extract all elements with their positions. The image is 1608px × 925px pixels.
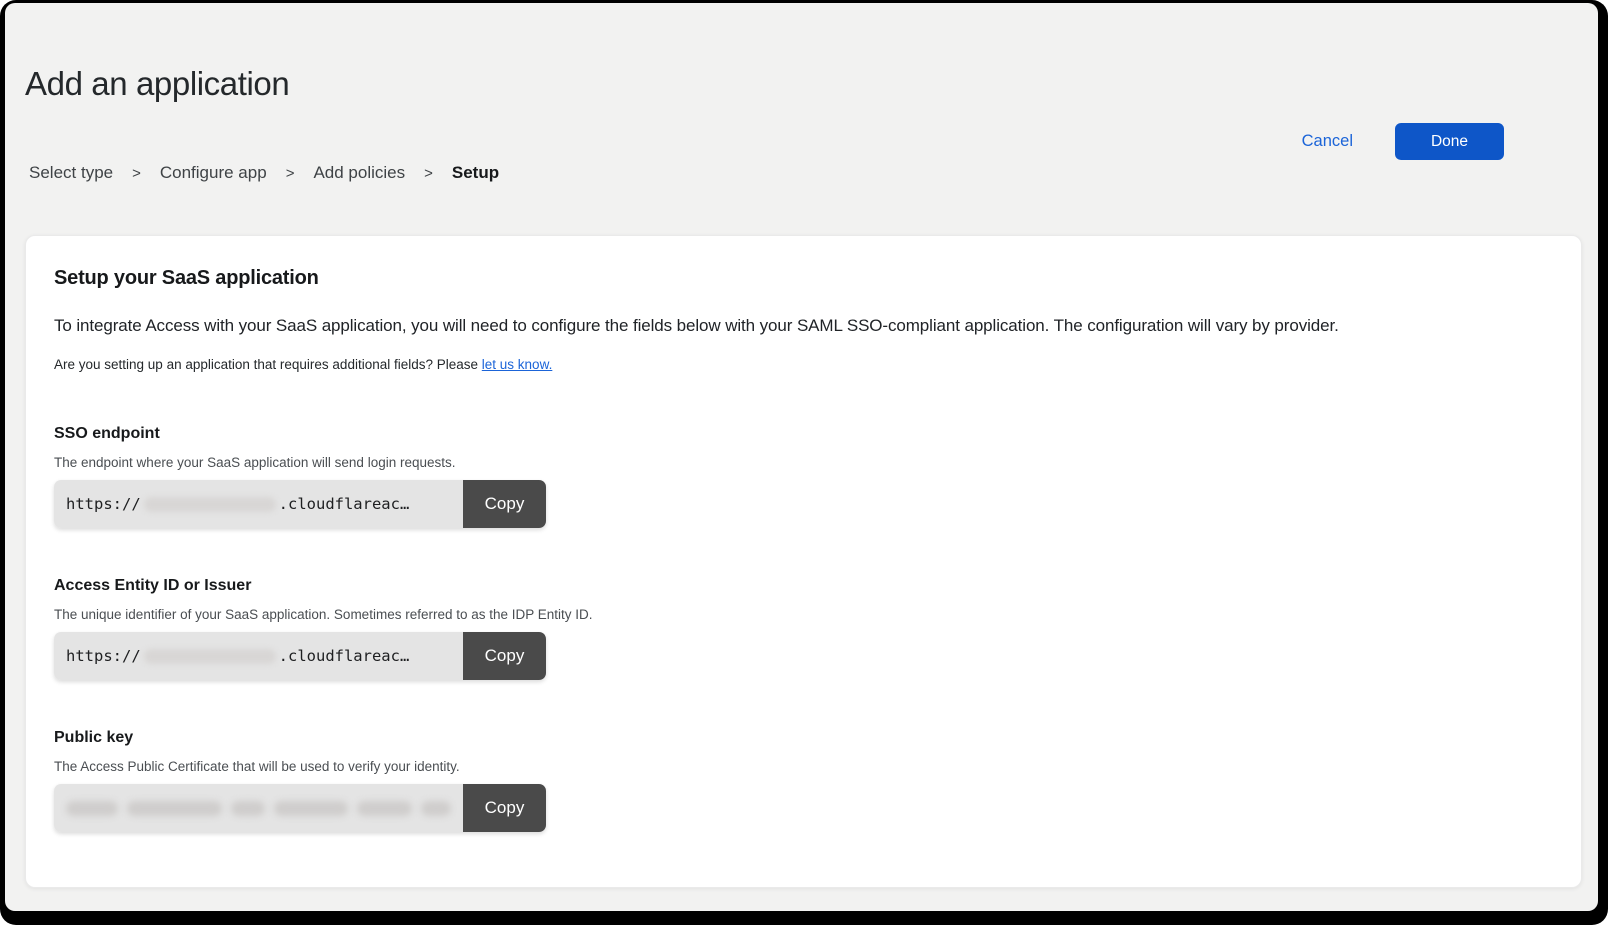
value-prefix: https:// bbox=[66, 495, 141, 513]
breadcrumb: Select type > Configure app > Add polici… bbox=[29, 163, 1582, 183]
field-label: Public key bbox=[54, 729, 1553, 747]
sso-endpoint-value: https:// .cloudflareac… bbox=[54, 480, 463, 528]
field-public-key: Public key The Access Public Certificate… bbox=[54, 729, 1553, 832]
redacted-segment bbox=[127, 801, 222, 816]
field-description: The unique identifier of your SaaS appli… bbox=[54, 607, 1553, 622]
cancel-button[interactable]: Cancel bbox=[1302, 132, 1353, 151]
value-suffix: .cloudflareac… bbox=[279, 647, 410, 665]
field-description: The Access Public Certificate that will … bbox=[54, 759, 1553, 774]
redacted-segment bbox=[357, 801, 413, 816]
access-entity-id-value: https:// .cloudflareac… bbox=[54, 632, 463, 680]
value-prefix: https:// bbox=[66, 647, 141, 665]
breadcrumb-separator: > bbox=[132, 165, 141, 182]
field-label: Access Entity ID or Issuer bbox=[54, 577, 1553, 595]
page-header: Add an application Cancel Done bbox=[21, 65, 1582, 103]
done-button[interactable]: Done bbox=[1395, 123, 1504, 160]
sso-endpoint-value-row: https:// .cloudflareac… Copy bbox=[54, 480, 546, 528]
page-title: Add an application bbox=[25, 65, 1582, 103]
public-key-value-row: Copy bbox=[54, 784, 546, 832]
copy-public-key-button[interactable]: Copy bbox=[463, 784, 546, 832]
card-intro: To integrate Access with your SaaS appli… bbox=[54, 316, 1553, 336]
redacted-segment bbox=[274, 801, 348, 816]
breadcrumb-step-configure-app[interactable]: Configure app bbox=[160, 163, 267, 183]
breadcrumb-step-select-type[interactable]: Select type bbox=[29, 163, 113, 183]
redacted-segment bbox=[421, 801, 451, 816]
field-label: SSO endpoint bbox=[54, 425, 1553, 443]
setup-card: Setup your SaaS application To integrate… bbox=[25, 235, 1582, 888]
public-key-value bbox=[54, 784, 463, 832]
redacted-team-name bbox=[144, 497, 276, 512]
header-actions: Cancel Done bbox=[1302, 123, 1504, 160]
add-application-page: Add an application Cancel Done Select ty… bbox=[5, 3, 1598, 911]
copy-sso-endpoint-button[interactable]: Copy bbox=[463, 480, 546, 528]
copy-access-entity-id-button[interactable]: Copy bbox=[463, 632, 546, 680]
field-access-entity-id: Access Entity ID or Issuer The unique id… bbox=[54, 577, 1553, 680]
let-us-know-link[interactable]: let us know. bbox=[482, 357, 553, 372]
field-sso-endpoint: SSO endpoint The endpoint where your Saa… bbox=[54, 425, 1553, 528]
breadcrumb-step-setup: Setup bbox=[452, 163, 499, 183]
screenshot-frame: Add an application Cancel Done Select ty… bbox=[0, 0, 1608, 925]
card-note: Are you setting up an application that r… bbox=[54, 357, 1553, 372]
redacted-team-name bbox=[144, 649, 276, 664]
access-entity-id-value-row: https:// .cloudflareac… Copy bbox=[54, 632, 546, 680]
redacted-segment bbox=[66, 801, 118, 816]
value-suffix: .cloudflareac… bbox=[279, 495, 410, 513]
note-text: Are you setting up an application that r… bbox=[54, 357, 482, 372]
card-heading: Setup your SaaS application bbox=[54, 267, 1553, 290]
redacted-public-key bbox=[66, 801, 451, 816]
field-description: The endpoint where your SaaS application… bbox=[54, 455, 1553, 470]
breadcrumb-step-add-policies[interactable]: Add policies bbox=[313, 163, 405, 183]
redacted-segment bbox=[231, 801, 265, 816]
breadcrumb-separator: > bbox=[286, 165, 295, 182]
breadcrumb-separator: > bbox=[424, 165, 433, 182]
